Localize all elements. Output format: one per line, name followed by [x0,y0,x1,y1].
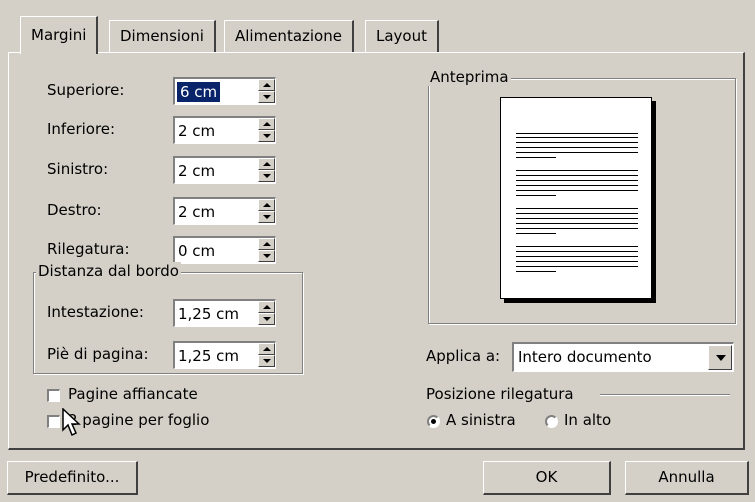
gutter-spinner[interactable]: 0 cm [173,236,276,264]
tab-alimentazione-label: Alimentazione [235,27,342,45]
default-button[interactable]: Predefinito... [7,461,138,495]
preview-title: Anteprima [428,68,511,86]
tab-alimentazione[interactable]: Alimentazione [224,20,354,52]
spin-arrows-icon[interactable] [258,79,275,104]
gutter-label: Rilegatura: [47,240,130,258]
top-margin-value[interactable]: 6 cm [177,82,221,102]
bottom-margin-spinner[interactable]: 2 cm [173,116,276,144]
two-pages-per-sheet-checkbox[interactable] [47,415,60,428]
footer-distance-value[interactable]: 1,25 cm [178,346,239,366]
mirror-margins-label[interactable]: Pagine affiancate [68,385,198,403]
two-pages-per-sheet-label[interactable]: 2 pagine per foglio [68,411,209,429]
header-distance-value[interactable]: 1,25 cm [178,304,239,324]
tab-layout-label: Layout [376,27,427,45]
spin-up-button[interactable] [258,158,275,170]
ok-button[interactable]: OK [483,461,611,495]
apply-to-value[interactable]: Intero documento [518,348,652,366]
top-margin-label: Superiore: [47,81,125,99]
right-margin-value[interactable]: 2 cm [178,202,215,222]
footer-distance-spinner[interactable]: 1,25 cm [173,341,276,369]
gutter-top-label[interactable]: In alto [564,411,611,429]
spin-arrows-icon[interactable] [258,199,275,224]
gutter-position-title: Posizione rilegatura [426,385,574,403]
gutter-top-radio[interactable] [545,415,558,428]
left-margin-label: Sinistro: [47,160,109,178]
gutter-value[interactable]: 0 cm [178,241,215,261]
spin-up-button[interactable] [258,79,275,91]
top-margin-spinner[interactable]: 6 cm [173,77,276,105]
spin-up-button[interactable] [258,238,275,250]
apply-to-select[interactable]: Intero documento [512,342,734,372]
mirror-margins-checkbox[interactable] [47,389,60,402]
apply-to-label: Applica a: [426,347,501,365]
spin-arrows-icon[interactable] [258,118,275,143]
spin-down-button[interactable] [258,130,275,142]
tab-margini[interactable]: Margini [20,16,99,54]
left-margin-value[interactable]: 2 cm [178,161,215,181]
right-margin-label: Destro: [47,201,102,219]
tab-dimensioni-label: Dimensioni [120,27,204,45]
gutter-left-label[interactable]: A sinistra [446,411,516,429]
spin-up-button[interactable] [258,199,275,211]
page-preview-image [500,97,652,299]
header-distance-label: Intestazione: [47,303,144,321]
chevron-down-icon[interactable] [708,345,732,370]
tab-layout[interactable]: Layout [365,20,439,52]
spin-arrows-icon[interactable] [258,301,275,326]
spin-down-button[interactable] [258,355,275,367]
spin-arrows-icon[interactable] [258,343,275,368]
gutter-left-radio[interactable] [427,415,440,428]
bottom-margin-label: Inferiore: [47,120,116,138]
tab-margini-label: Margini [31,26,87,44]
mouse-pointer-icon [62,408,81,437]
spin-up-button[interactable] [258,343,275,355]
spin-down-button[interactable] [258,91,275,103]
left-margin-spinner[interactable]: 2 cm [173,156,276,184]
gutter-position-divider [600,394,730,395]
spin-arrows-icon[interactable] [258,158,275,183]
right-margin-spinner[interactable]: 2 cm [173,197,276,225]
cancel-button[interactable]: Annulla [625,461,749,495]
spin-up-button[interactable] [258,118,275,130]
footer-distance-label: Piè di pagina: [47,345,149,363]
tab-dimensioni[interactable]: Dimensioni [109,20,216,52]
header-distance-spinner[interactable]: 1,25 cm [173,299,276,327]
spin-down-button[interactable] [258,170,275,182]
edge-distance-title: Distanza dal bordo [36,262,181,280]
spin-arrows-icon[interactable] [258,238,275,263]
spin-up-button[interactable] [258,301,275,313]
bottom-margin-value[interactable]: 2 cm [178,121,215,141]
spin-down-button[interactable] [258,313,275,325]
spin-down-button[interactable] [258,211,275,223]
spin-down-button[interactable] [258,250,275,262]
